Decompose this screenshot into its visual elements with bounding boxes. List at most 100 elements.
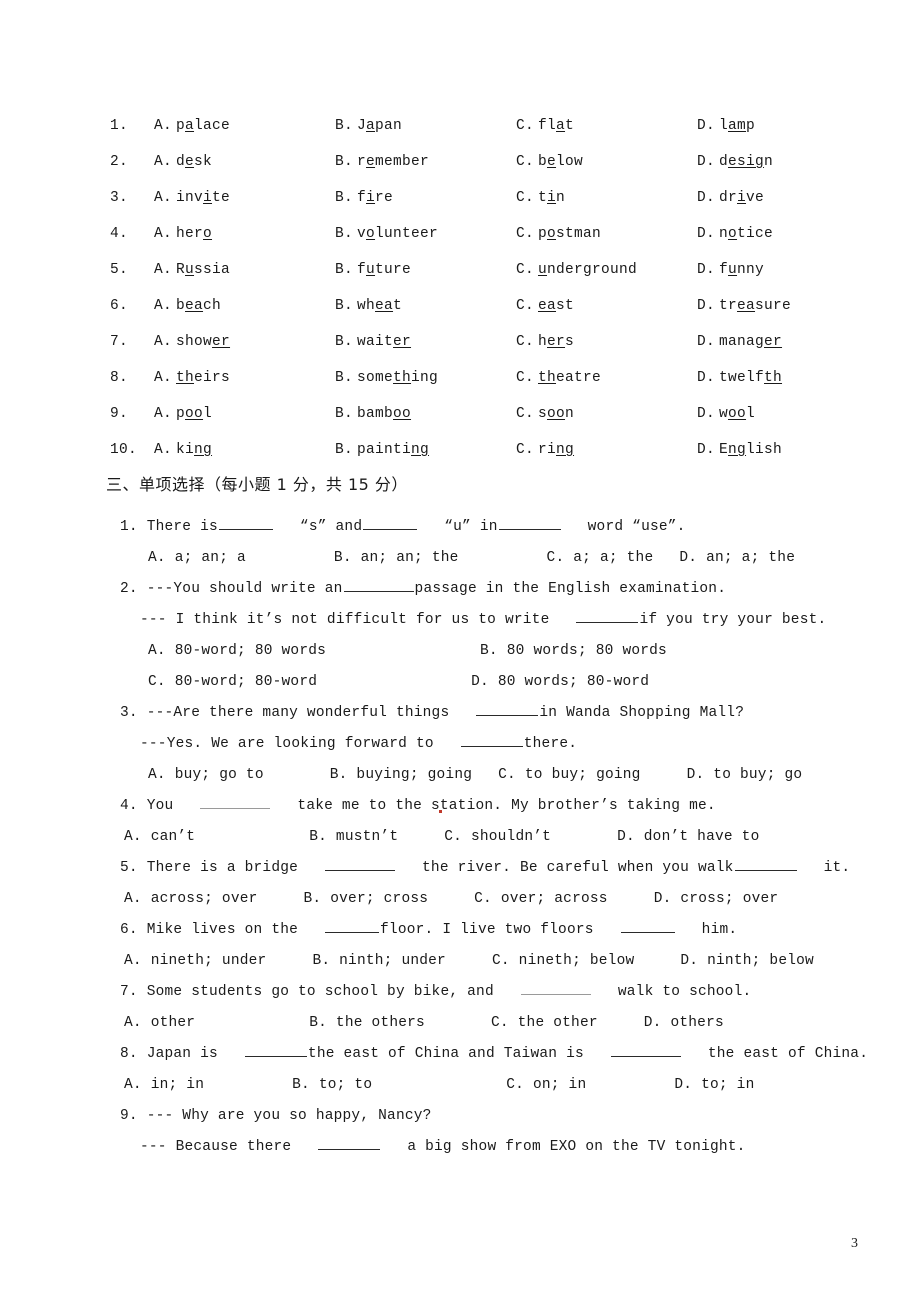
option-c[interactable]: C. nineth; below [492, 953, 634, 969]
question-4-options: A. can’t B. mustn’t C. shouldn’t D. don’t h… [124, 822, 900, 853]
word-underlined: u [185, 262, 195, 278]
word-underlined: i [203, 190, 213, 206]
option-letter: A. [154, 334, 173, 350]
word-suffix: ssia [194, 262, 231, 278]
answer-blank[interactable] [244, 1042, 307, 1057]
option-letter: C. [516, 154, 535, 170]
option-letter: C. [516, 226, 535, 242]
answer-blank[interactable] [343, 577, 414, 592]
word-prefix: wait [357, 334, 394, 350]
option-a[interactable]: A. 80-word; 80 words [148, 643, 326, 659]
question-2-options-row2: C. 80-word; 80-word D. 80 words; 80-word [148, 667, 900, 698]
word-underlined: u [728, 262, 738, 278]
option-b[interactable]: B. 80 words; 80 words [480, 643, 667, 659]
word-prefix: R [176, 262, 186, 278]
option-letter: D. [697, 370, 716, 386]
word-suffix: l [203, 406, 213, 422]
option-letter: A. [154, 262, 173, 278]
word-underlined: am [728, 118, 747, 134]
answer-blank[interactable] [620, 918, 675, 933]
question-9-stem: 9. --- Why are you so happy, Nancy? [120, 1101, 900, 1132]
q9-cont-b: a big show from EXO on the TV tonight. [407, 1139, 746, 1155]
option-letter: C. [516, 190, 535, 206]
row-number: 9. [110, 406, 129, 422]
option-c[interactable]: C. the other [491, 1015, 598, 1031]
option-d[interactable]: D. an; a; the [679, 550, 795, 566]
word-underlined: o [547, 226, 557, 242]
answer-blank[interactable] [218, 515, 273, 530]
word-suffix: lunteer [375, 226, 439, 242]
option-letter: D. [697, 298, 716, 314]
word-underlined: th [764, 370, 783, 386]
question-6-options: A. nineth; under B. ninth; under C. nineth… [124, 946, 900, 977]
option-a[interactable]: A. across; over [124, 891, 258, 907]
exam-page: 1. A. palace B. Japan C. flat D. lamp 2. A. d… [0, 0, 920, 1302]
option-d[interactable]: D. others [644, 1015, 724, 1031]
word-option: A. invite [154, 180, 335, 216]
answer-blank[interactable] [460, 732, 523, 747]
option-a[interactable]: A. nineth; under [124, 953, 266, 969]
question-5-options: A. across; over B. over; cross C. over; ac… [124, 884, 900, 915]
option-b[interactable]: B. ninth; under [312, 953, 446, 969]
word-suffix: tice [737, 226, 774, 242]
option-letter: A. [154, 226, 173, 242]
answer-blank[interactable] [200, 794, 271, 809]
option-letter: D. [697, 406, 716, 422]
option-d[interactable]: D. ninth; below [680, 953, 814, 969]
table-row: 10. A. king B. painting C. ring D. English [110, 432, 880, 468]
word-suffix: ch [203, 298, 222, 314]
word-prefix: f [357, 190, 367, 206]
answer-blank[interactable] [734, 856, 797, 871]
word-option: A. Russia [154, 252, 335, 288]
answer-blank[interactable] [576, 608, 639, 623]
word-option: C. soon [516, 396, 697, 432]
word-underlined: o [366, 226, 376, 242]
word-suffix: t [565, 118, 575, 134]
answer-blank[interactable] [363, 515, 418, 530]
option-b[interactable]: B. over; cross [304, 891, 429, 907]
option-b[interactable]: B. an; an; the [334, 550, 459, 566]
answer-blank[interactable] [318, 1135, 381, 1150]
answer-blank[interactable] [325, 856, 396, 871]
option-d[interactable]: D. don’t have to [617, 829, 759, 845]
word-suffix: sk [194, 154, 213, 170]
option-a[interactable]: A. buy; go to [148, 767, 264, 783]
option-d[interactable]: D. to; in [674, 1077, 754, 1093]
answer-blank[interactable] [610, 1042, 681, 1057]
option-a[interactable]: A. other [124, 1015, 195, 1031]
answer-blank[interactable] [520, 980, 591, 995]
option-b[interactable]: B. the others [309, 1015, 425, 1031]
word-prefix: wh [357, 298, 376, 314]
word-prefix: d [176, 154, 186, 170]
q2-text-a: 2. ---You should write an [120, 581, 343, 597]
q9-cont-a: --- Because there [140, 1139, 292, 1155]
option-c[interactable]: C. to buy; going [498, 767, 640, 783]
option-c[interactable]: C. a; a; the [547, 550, 654, 566]
option-d[interactable]: D. cross; over [654, 891, 779, 907]
word-underlined: er [764, 334, 783, 350]
question-5-stem: 5. There is a bridge the river. Be carefu… [120, 853, 900, 884]
option-b[interactable]: B. buying; going [330, 767, 472, 783]
word-prefix: her [176, 226, 204, 242]
option-a[interactable]: A. in; in [124, 1077, 204, 1093]
word-underlined: a [556, 118, 566, 134]
option-b[interactable]: B. mustn’t [309, 829, 398, 845]
question-3-options: A. buy; go to B. buying; going C. to buy; … [148, 760, 900, 791]
answer-blank[interactable] [325, 918, 380, 933]
option-c[interactable]: C. on; in [506, 1077, 586, 1093]
option-c[interactable]: C. shouldn’t [444, 829, 551, 845]
answer-blank[interactable] [476, 701, 539, 716]
word-underlined: esig [728, 154, 765, 170]
option-d[interactable]: D. 80 words; 80-word [471, 674, 649, 690]
option-b[interactable]: B. to; to [292, 1077, 372, 1093]
word-option: D. English [697, 432, 880, 468]
word-prefix: f [357, 262, 367, 278]
option-a[interactable]: A. can’t [124, 829, 195, 845]
answer-blank[interactable] [498, 515, 561, 530]
option-a[interactable]: A. a; an; a [148, 550, 246, 566]
multiple-choice-questions: 1. There is “s” and “u” in word “use”. A. a… [110, 512, 900, 1163]
option-d[interactable]: D. to buy; go [687, 767, 803, 783]
question-2-continuation: --- I think it’s not difficult for us to… [140, 605, 900, 636]
option-c[interactable]: C. over; across [474, 891, 608, 907]
option-c[interactable]: C. 80-word; 80-word [148, 674, 317, 690]
